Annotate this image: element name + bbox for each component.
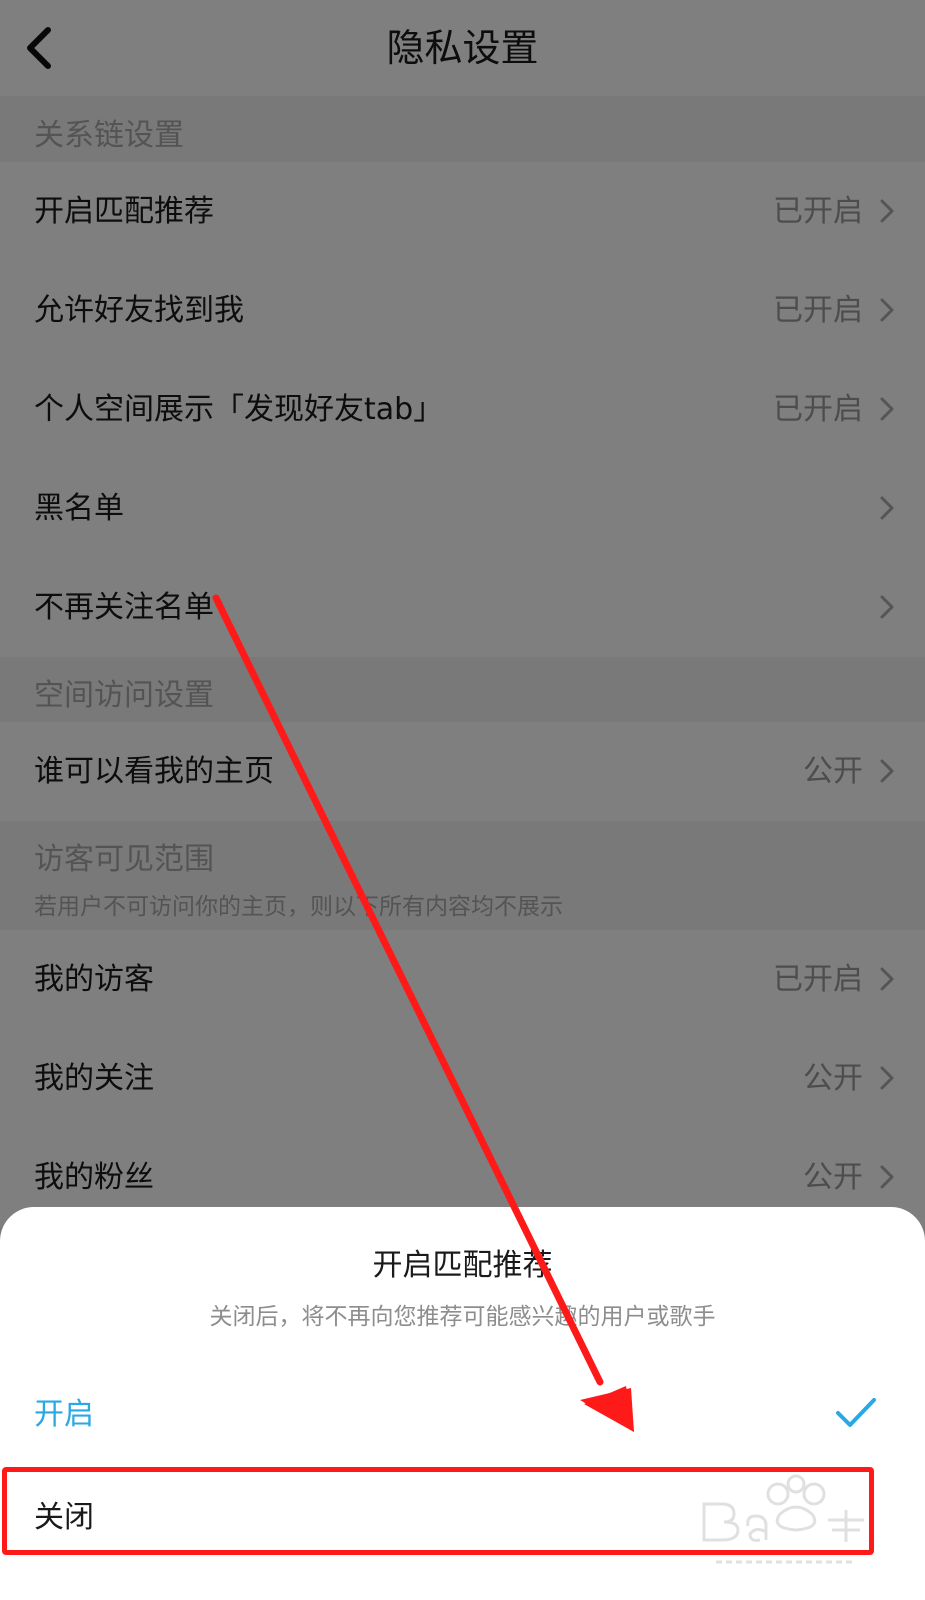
watermark-logo <box>702 1474 864 1564</box>
sheet-description: 关闭后，将不再向您推荐可能感兴趣的用户或歌手 <box>209 1304 716 1330</box>
option-label: 开启 <box>34 1397 94 1432</box>
option-on[interactable]: 开启 <box>0 1367 925 1463</box>
checkmark-icon <box>836 1398 876 1427</box>
sheet-title: 开启匹配推荐 <box>372 1248 553 1283</box>
